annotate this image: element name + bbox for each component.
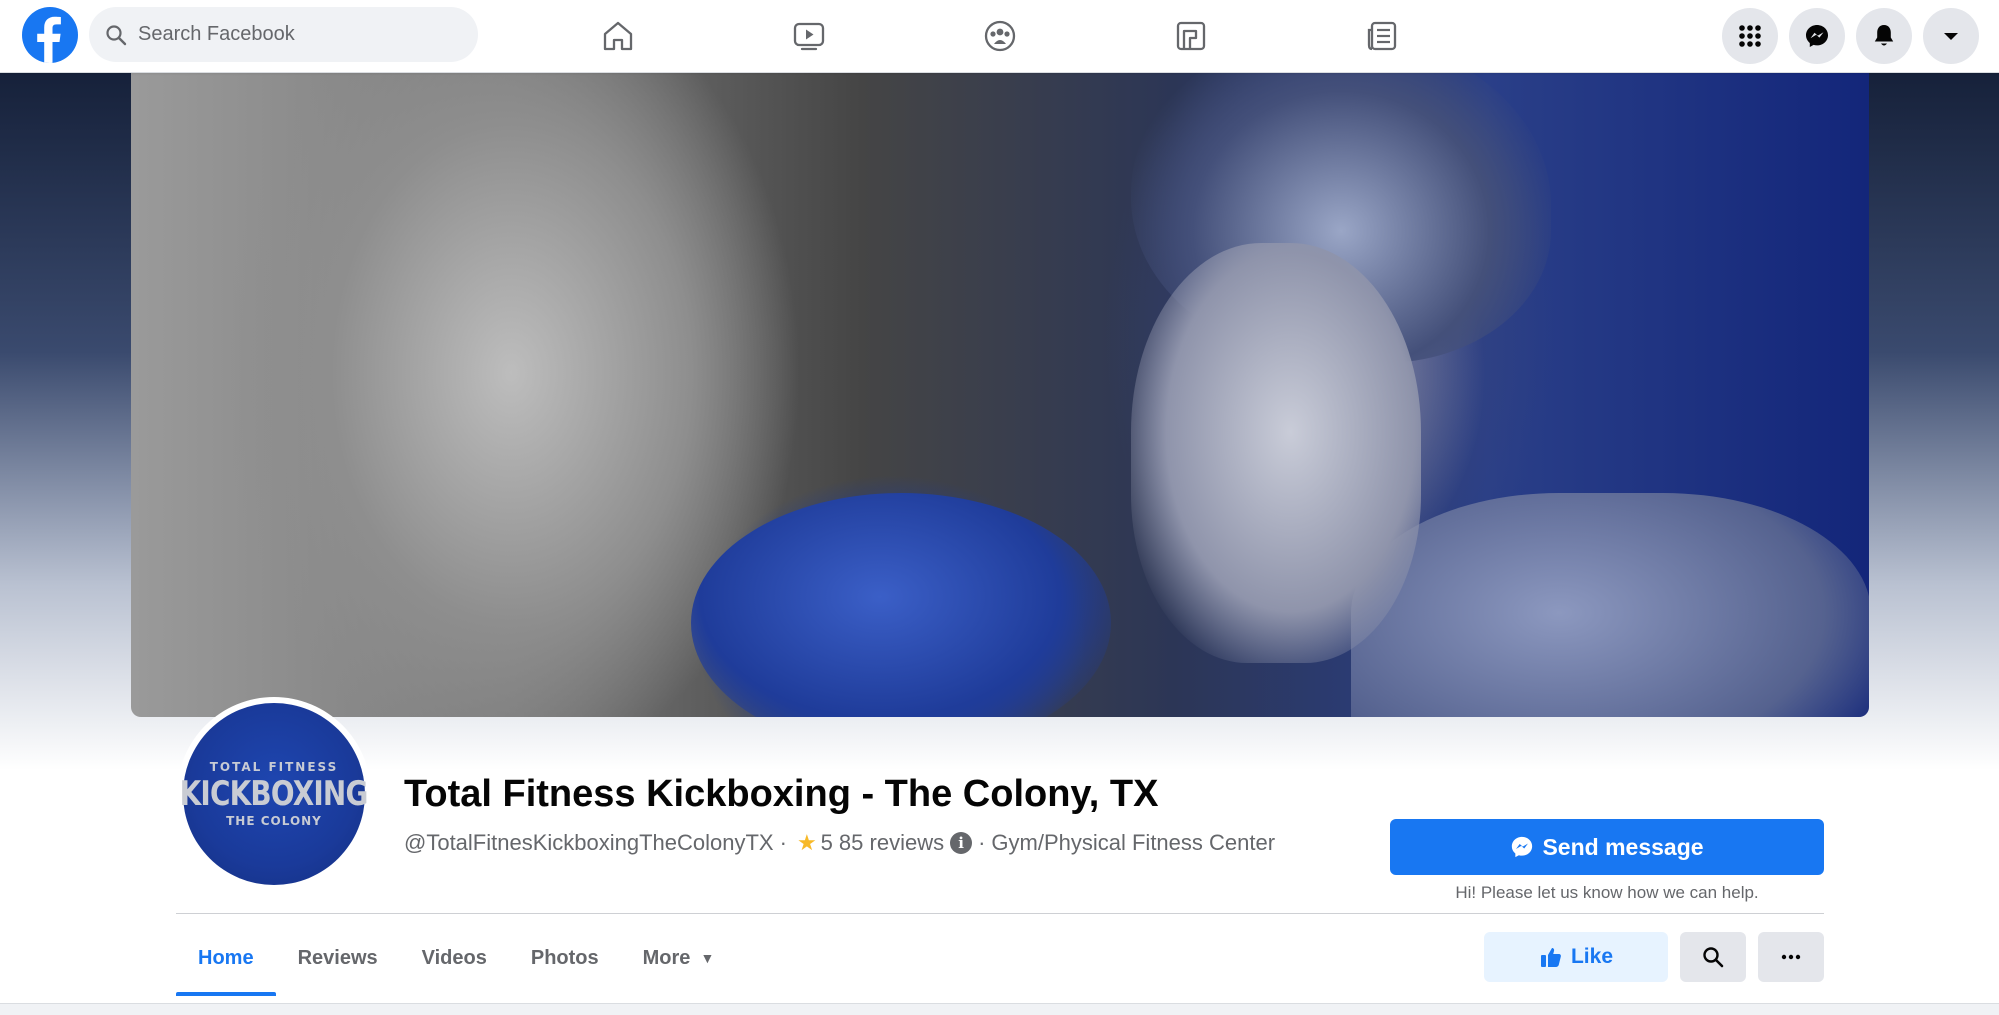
menu-grid-icon[interactable] (1722, 8, 1778, 64)
page-search-button[interactable] (1680, 932, 1746, 982)
info-icon[interactable]: i (950, 832, 973, 854)
tab-home[interactable]: Home (176, 920, 276, 996)
notifications-icon[interactable] (1856, 8, 1912, 64)
send-message-button[interactable]: Send message (1390, 819, 1824, 875)
cover-shoulder-shape (1351, 493, 1869, 717)
cover-face-shape (1131, 243, 1421, 663)
more-dots-icon (1781, 954, 1801, 960)
search-icon (1703, 947, 1724, 968)
page-tabs: Home Reviews Videos Photos More ▼ (176, 920, 736, 996)
search-bar[interactable] (89, 7, 478, 62)
thumbs-up-icon (1540, 948, 1561, 967)
gaming-icon[interactable] (1136, 10, 1246, 62)
tab-label: Home (198, 946, 254, 969)
send-message-subtitle: Hi! Please let us know how we can help. (1455, 883, 1759, 902)
watch-icon[interactable] (754, 10, 864, 62)
cover-photo[interactable] (131, 73, 1869, 717)
news-icon[interactable] (1327, 10, 1437, 62)
tab-label: Reviews (297, 946, 378, 969)
tab-videos[interactable]: Videos (400, 920, 509, 996)
like-button[interactable]: Like (1484, 932, 1668, 982)
tab-label: Photos (530, 946, 599, 969)
page-profile-picture[interactable]: TOTAL FITNESS KICKBOXING THE COLONY (177, 697, 371, 891)
feed-background-strip (0, 1003, 1999, 1015)
cover-glove-shape (691, 493, 1111, 717)
groups-icon[interactable] (945, 10, 1055, 62)
facebook-logo-icon[interactable] (22, 7, 78, 63)
top-navigation-bar (0, 0, 1999, 73)
page-meta: @TotalFitnesKickboxingTheColonyTX · ★ 5 … (404, 830, 1275, 856)
caret-down-icon: ▼ (700, 950, 715, 966)
like-label: Like (1570, 945, 1614, 968)
logo-line-2: KICKBOXING (180, 774, 369, 814)
account-caret-icon[interactable] (1923, 8, 1979, 64)
meta-separator: · (779, 830, 787, 855)
messenger-icon[interactable] (1789, 8, 1845, 64)
page-title: Total Fitness Kickboxing - The Colony, T… (404, 773, 1159, 815)
rating-value: 5 (820, 830, 833, 855)
tab-reviews[interactable]: Reviews (276, 920, 400, 996)
home-icon[interactable] (563, 10, 673, 62)
logo-line-3: THE COLONY (226, 814, 322, 828)
page-handle: @TotalFitnesKickboxingTheColonyTX (404, 830, 774, 855)
messenger-icon (1512, 836, 1533, 858)
tab-more[interactable]: More ▼ (621, 920, 737, 996)
tab-photos[interactable]: Photos (509, 920, 621, 996)
reviews-link[interactable]: 85 reviews (839, 830, 944, 856)
send-message-label: Send message (1542, 833, 1704, 860)
meta-separator: · (978, 830, 986, 855)
star-icon: ★ (796, 830, 817, 855)
header-divider (176, 913, 1824, 914)
page-category[interactable]: Gym/Physical Fitness Center (991, 830, 1275, 856)
tab-label: Videos (421, 946, 487, 969)
kickboxing-logo: TOTAL FITNESS KICKBOXING THE COLONY (180, 703, 369, 885)
search-icon (104, 23, 128, 47)
search-input[interactable] (138, 23, 438, 46)
tab-label: More (642, 946, 691, 969)
more-options-button[interactable] (1758, 932, 1824, 982)
logo-line-1: TOTAL FITNESS (209, 760, 339, 774)
